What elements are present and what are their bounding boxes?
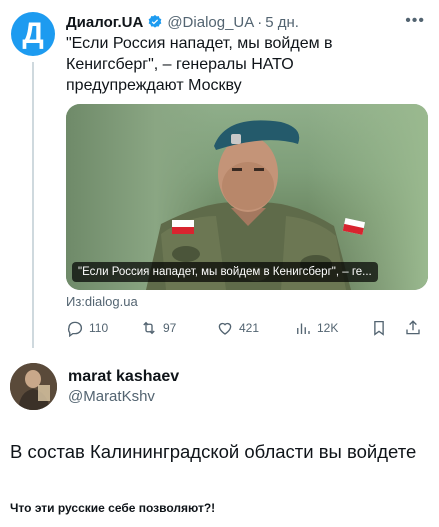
bookmark-icon <box>374 320 384 336</box>
reply-icon <box>68 321 83 337</box>
tweet-actions: 110 97 421 12K <box>66 318 428 338</box>
avatar-image <box>10 363 57 410</box>
heart-icon <box>218 322 232 335</box>
timestamp[interactable]: 5 дн. <box>265 14 299 31</box>
like-button[interactable]: 421 <box>216 319 259 337</box>
repost-button[interactable]: 97 <box>140 319 176 337</box>
repost-count: 97 <box>163 321 177 335</box>
reply-button[interactable]: 110 <box>66 319 108 337</box>
views-button[interactable]: 12K <box>294 319 338 337</box>
share-icon <box>406 320 420 335</box>
link-source[interactable]: Из:dialog.ua <box>66 294 138 309</box>
tweet-header: Диалог.UA @Dialog_UA · 5 дн. <box>66 12 299 32</box>
author-handle[interactable]: @Dialog_UA <box>167 14 254 31</box>
views-icon <box>297 323 310 334</box>
views-count: 12K <box>317 321 339 335</box>
author-handle[interactable]: @MaratKshv <box>68 388 155 405</box>
meme-caption: Что эти русские себе позволяют?! <box>10 501 216 515</box>
separator-dot: · <box>257 13 263 31</box>
thread-line <box>32 62 34 348</box>
more-options-icon[interactable]: ••• <box>405 12 425 30</box>
repost-icon <box>143 321 155 335</box>
tweet-marat-kashaev[interactable]: marat kashaev @MaratKshv В состав Калини… <box>0 355 439 527</box>
card-caption: "Если Россия нападет, мы войдем в Кенигс… <box>72 262 378 282</box>
author-name[interactable]: marat kashaev <box>68 368 179 386</box>
tweet-text: "Если Россия нападет, мы войдем в Кенигс… <box>66 35 333 94</box>
link-card[interactable]: "Если Россия нападет, мы войдем в Кенигс… <box>66 104 428 290</box>
like-count: 421 <box>239 321 260 335</box>
tweet-dialog-ua[interactable]: Д Диалог.UA @Dialog_UA · 5 дн. ••• "Если… <box>0 0 439 353</box>
bookmark-button[interactable] <box>370 319 393 337</box>
author-name[interactable]: Диалог.UA <box>66 14 143 31</box>
tweet-text: В состав Калининградской области вы войд… <box>10 441 417 462</box>
avatar[interactable] <box>10 363 57 410</box>
share-button[interactable] <box>404 319 427 337</box>
avatar-letter: Д <box>22 17 44 50</box>
reply-count: 110 <box>89 321 109 335</box>
avatar[interactable]: Д <box>11 12 55 56</box>
verified-badge-icon <box>147 14 163 30</box>
